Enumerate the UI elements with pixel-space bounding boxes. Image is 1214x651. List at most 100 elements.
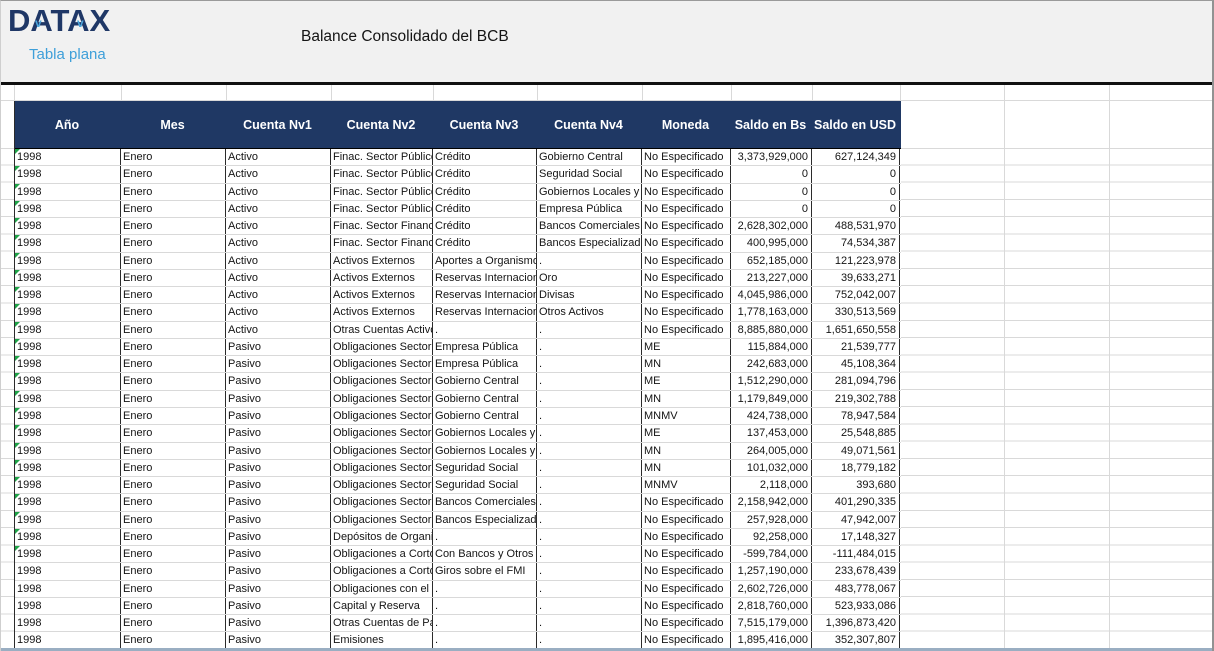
cell-cuenta-nv3[interactable]: . — [433, 632, 537, 648]
cell-cuenta-nv3[interactable]: Empresa Pública — [433, 339, 537, 355]
cell-mes[interactable]: Enero — [121, 425, 226, 441]
cell-saldo-usd[interactable]: 78,947,584 — [812, 408, 900, 424]
cell-saldo-usd[interactable]: 121,223,978 — [812, 253, 900, 269]
cell-ano[interactable]: 1998 — [15, 494, 121, 510]
cell-moneda[interactable]: No Especificado — [642, 253, 731, 269]
cell-cuenta-nv4[interactable]: . — [537, 563, 642, 579]
column-header-cuenta-nv1[interactable]: Cuenta Nv1 — [226, 101, 331, 148]
cell-mes[interactable]: Enero — [121, 166, 226, 182]
cell-mes[interactable]: Enero — [121, 287, 226, 303]
column-header-saldo-usd[interactable]: Saldo en USD — [812, 101, 900, 148]
cell-cuenta-nv1[interactable]: Pasivo — [226, 408, 331, 424]
cell-cuenta-nv3[interactable]: Gobierno Central — [433, 408, 537, 424]
cell-cuenta-nv1[interactable]: Activo — [226, 253, 331, 269]
cell-mes[interactable]: Enero — [121, 460, 226, 476]
cell-cuenta-nv1[interactable]: Activo — [226, 322, 331, 338]
cell-cuenta-nv1[interactable]: Pasivo — [226, 529, 331, 545]
cell-cuenta-nv2[interactable]: Activos Externos — [331, 287, 433, 303]
cell-moneda[interactable]: No Especificado — [642, 322, 731, 338]
cell-saldo-bs[interactable]: 0 — [731, 166, 812, 182]
cell-moneda[interactable]: No Especificado — [642, 166, 731, 182]
cell-saldo-bs[interactable]: 0 — [731, 184, 812, 200]
cell-cuenta-nv4[interactable]: Bancos Especializados — [537, 235, 642, 251]
cell-mes[interactable]: Enero — [121, 218, 226, 234]
cell-saldo-bs[interactable]: 101,032,000 — [731, 460, 812, 476]
cell-ano[interactable]: 1998 — [15, 477, 121, 493]
cell-ano[interactable]: 1998 — [15, 443, 121, 459]
cell-saldo-usd[interactable]: 1,396,873,420 — [812, 615, 900, 631]
cell-mes[interactable]: Enero — [121, 494, 226, 510]
cell-saldo-usd[interactable]: 0 — [812, 201, 900, 217]
column-header-moneda[interactable]: Moneda — [642, 101, 731, 148]
cell-mes[interactable]: Enero — [121, 184, 226, 200]
cell-moneda[interactable]: No Especificado — [642, 598, 731, 614]
cell-saldo-usd[interactable]: 219,302,788 — [812, 391, 900, 407]
cell-moneda[interactable]: No Especificado — [642, 184, 731, 200]
cell-cuenta-nv3[interactable]: Crédito — [433, 235, 537, 251]
cell-cuenta-nv3[interactable]: Seguridad Social — [433, 477, 537, 493]
cell-cuenta-nv3[interactable]: Con Bancos y Otros Org — [433, 546, 537, 562]
cell-mes[interactable]: Enero — [121, 373, 226, 389]
cell-ano[interactable]: 1998 — [15, 235, 121, 251]
cell-saldo-bs[interactable]: 2,158,942,000 — [731, 494, 812, 510]
cell-moneda[interactable]: No Especificado — [642, 218, 731, 234]
cell-saldo-usd[interactable]: 281,094,796 — [812, 373, 900, 389]
cell-saldo-bs[interactable]: 7,515,179,000 — [731, 615, 812, 631]
cell-cuenta-nv3[interactable]: Empresa Pública — [433, 356, 537, 372]
cell-cuenta-nv2[interactable]: Obligaciones a Corto Plazo — [331, 563, 433, 579]
cell-cuenta-nv1[interactable]: Pasivo — [226, 546, 331, 562]
cell-cuenta-nv4[interactable]: Empresa Pública — [537, 201, 642, 217]
cell-cuenta-nv4[interactable]: . — [537, 477, 642, 493]
cell-moneda[interactable]: No Especificado — [642, 563, 731, 579]
cell-ano[interactable]: 1998 — [15, 149, 121, 165]
cell-saldo-bs[interactable]: 1,179,849,000 — [731, 391, 812, 407]
cell-saldo-bs[interactable]: 2,118,000 — [731, 477, 812, 493]
cell-cuenta-nv4[interactable]: . — [537, 408, 642, 424]
cell-cuenta-nv3[interactable]: Bancos Especializados — [433, 512, 537, 528]
cell-saldo-usd[interactable]: 0 — [812, 166, 900, 182]
cell-ano[interactable]: 1998 — [15, 270, 121, 286]
cell-mes[interactable]: Enero — [121, 235, 226, 251]
cell-cuenta-nv3[interactable]: Gobierno Central — [433, 373, 537, 389]
cell-moneda[interactable]: No Especificado — [642, 615, 731, 631]
cell-cuenta-nv1[interactable]: Activo — [226, 304, 331, 320]
cell-ano[interactable]: 1998 — [15, 304, 121, 320]
cell-cuenta-nv4[interactable]: . — [537, 546, 642, 562]
cell-cuenta-nv4[interactable]: . — [537, 322, 642, 338]
cell-cuenta-nv1[interactable]: Activo — [226, 235, 331, 251]
cell-cuenta-nv3[interactable]: . — [433, 322, 537, 338]
cell-mes[interactable]: Enero — [121, 529, 226, 545]
cell-cuenta-nv4[interactable]: . — [537, 615, 642, 631]
cell-cuenta-nv1[interactable]: Pasivo — [226, 581, 331, 597]
cell-saldo-usd[interactable]: 233,678,439 — [812, 563, 900, 579]
cell-cuenta-nv2[interactable]: Obligaciones Sector Público — [331, 443, 433, 459]
cell-ano[interactable]: 1998 — [15, 253, 121, 269]
cell-cuenta-nv2[interactable]: Activos Externos — [331, 253, 433, 269]
cell-cuenta-nv2[interactable]: Obligaciones Sector Público — [331, 356, 433, 372]
cell-cuenta-nv2[interactable]: Otras Cuentas de Pasivo — [331, 615, 433, 631]
cell-cuenta-nv3[interactable]: Reservas Internacionales — [433, 287, 537, 303]
cell-moneda[interactable]: MNMV — [642, 408, 731, 424]
cell-ano[interactable]: 1998 — [15, 184, 121, 200]
cell-saldo-bs[interactable]: 115,884,000 — [731, 339, 812, 355]
cell-moneda[interactable]: ME — [642, 373, 731, 389]
cell-cuenta-nv2[interactable]: Finac. Sector Financiero — [331, 235, 433, 251]
cell-saldo-usd[interactable]: 352,307,807 — [812, 632, 900, 648]
cell-cuenta-nv3[interactable]: Crédito — [433, 166, 537, 182]
cell-cuenta-nv4[interactable]: . — [537, 425, 642, 441]
cell-cuenta-nv3[interactable]: Reservas Internacionales — [433, 304, 537, 320]
cell-ano[interactable]: 1998 — [15, 425, 121, 441]
cell-mes[interactable]: Enero — [121, 581, 226, 597]
cell-moneda[interactable]: No Especificado — [642, 304, 731, 320]
cell-cuenta-nv1[interactable]: Pasivo — [226, 391, 331, 407]
cell-ano[interactable]: 1998 — [15, 598, 121, 614]
cell-saldo-bs[interactable]: 0 — [731, 201, 812, 217]
cell-mes[interactable]: Enero — [121, 339, 226, 355]
cell-cuenta-nv1[interactable]: Pasivo — [226, 460, 331, 476]
cell-mes[interactable]: Enero — [121, 615, 226, 631]
cell-cuenta-nv4[interactable]: . — [537, 460, 642, 476]
cell-cuenta-nv4[interactable]: Gobiernos Locales y Mun — [537, 184, 642, 200]
cell-cuenta-nv1[interactable]: Activo — [226, 218, 331, 234]
cell-saldo-bs[interactable]: 264,005,000 — [731, 443, 812, 459]
cell-ano[interactable]: 1998 — [15, 615, 121, 631]
